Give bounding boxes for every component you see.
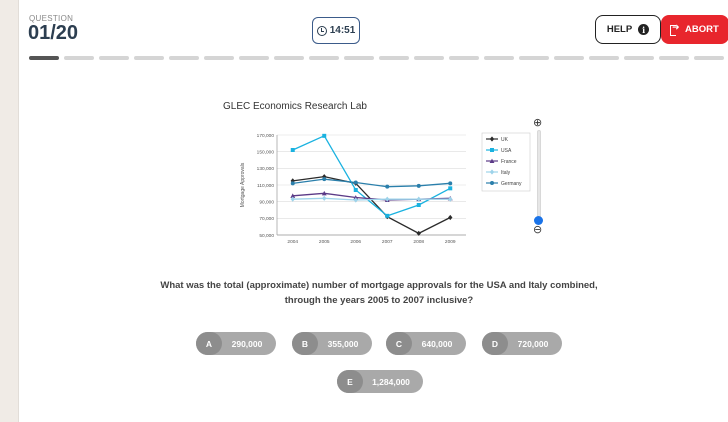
- y-axis-label: Mortgage Approvals: [240, 162, 246, 207]
- progress-segment: [694, 56, 724, 60]
- help-label: HELP: [606, 24, 633, 35]
- data-point-germany: [353, 180, 358, 185]
- option-value: 290,000: [231, 338, 263, 349]
- x-tick-label: 2004: [287, 239, 298, 245]
- option-letter: E: [337, 370, 363, 393]
- progress-segment: [414, 56, 444, 60]
- abort-label: ABORT: [685, 24, 719, 35]
- data-point-usa: [353, 188, 358, 192]
- option-value: 640,000: [421, 338, 453, 349]
- legend-marker: [490, 181, 494, 185]
- progress-segment: [519, 56, 549, 60]
- option-e[interactable]: E 1,284,000: [337, 370, 423, 393]
- data-point-italy: [322, 195, 327, 201]
- progress-segment: [239, 56, 269, 60]
- data-point-germany: [290, 181, 295, 186]
- x-tick-label: 2009: [445, 239, 456, 245]
- zoom-control: ⊕ ⊖: [529, 116, 549, 236]
- data-point-usa: [322, 133, 327, 138]
- y-tick-label: 130,000: [257, 166, 275, 172]
- progress-segment: [134, 56, 164, 60]
- timer: 14:51: [312, 17, 360, 44]
- progress-segment: [29, 56, 59, 60]
- data-point-usa: [385, 213, 390, 218]
- data-point-usa: [448, 186, 453, 191]
- progress-segment: [379, 56, 409, 60]
- x-tick-label: 2007: [382, 239, 393, 245]
- data-point-germany: [416, 183, 421, 188]
- data-point-germany: [322, 177, 327, 182]
- y-tick-label: 110,000: [257, 183, 274, 189]
- legend-label: Italy: [501, 170, 511, 176]
- progress-segment: [204, 56, 234, 60]
- abort-button[interactable]: ABORT: [661, 15, 728, 44]
- option-letter: D: [482, 332, 508, 355]
- x-tick-label: 2005: [319, 239, 330, 245]
- data-point-uk: [448, 214, 453, 221]
- legend-label: Germany: [501, 181, 522, 187]
- question-text: What was the total (approximate) number …: [139, 278, 619, 308]
- legend-marker: [490, 148, 494, 152]
- progress-segment: [484, 56, 514, 60]
- series-line-germany: [292, 178, 451, 188]
- progress-segment: [99, 56, 129, 60]
- option-letter: C: [386, 332, 412, 355]
- series-line-usa: [292, 135, 451, 217]
- option-value: 1,284,000: [372, 376, 410, 387]
- progress-segment: [309, 56, 339, 60]
- progress-segment: [449, 56, 479, 60]
- option-letter: B: [292, 332, 318, 355]
- option-d[interactable]: D 720,000: [482, 332, 562, 355]
- x-tick-label: 2006: [350, 239, 361, 245]
- info-icon: i: [638, 24, 650, 35]
- clock-icon: [316, 25, 327, 36]
- progress-segment: [624, 56, 654, 60]
- quiz-app: QUESTION 01/20 14:51 HELP i ABORT GLEC E…: [18, 0, 728, 422]
- progress-segment: [344, 56, 374, 60]
- top-bar: QUESTION 01/20 14:51 HELP i ABORT: [19, 0, 728, 62]
- progress-segment: [589, 56, 619, 60]
- progress-segment: [169, 56, 199, 60]
- option-value: 720,000: [517, 338, 549, 349]
- timer-value: 14:51: [329, 25, 356, 36]
- question-line-2: through the years 2005 to 2007 inclusive…: [284, 295, 474, 306]
- data-point-italy: [448, 196, 453, 202]
- help-button[interactable]: HELP i: [595, 15, 661, 44]
- line-chart: GLEC Economics Research Lab Mortgage Appr…: [199, 97, 539, 257]
- progress-segment: [64, 56, 94, 60]
- option-a[interactable]: A 290,000: [196, 332, 276, 355]
- question-progress-bar: [29, 56, 724, 60]
- data-point-usa: [416, 203, 421, 207]
- progress-segment: [274, 56, 304, 60]
- chart-svg: GLEC Economics Research Lab Mortgage Appr…: [223, 101, 531, 245]
- y-tick-label: 70,000: [259, 216, 274, 222]
- data-point-usa: [290, 148, 295, 152]
- x-tick-label: 2008: [413, 239, 424, 245]
- question-line-1: What was the total (approximate) number …: [160, 280, 598, 291]
- y-tick-label: 170,000: [257, 133, 275, 139]
- data-point-germany: [448, 181, 453, 186]
- exit-icon: [670, 22, 680, 36]
- legend-label: USA: [501, 148, 512, 154]
- legend-label: UK: [501, 137, 509, 143]
- y-tick-label: 90,000: [259, 199, 274, 205]
- zoom-slider-track[interactable]: [537, 130, 541, 222]
- y-tick-label: 50,000: [259, 233, 274, 239]
- chart-title: GLEC Economics Research Lab: [223, 101, 367, 112]
- option-c[interactable]: C 640,000: [386, 332, 466, 355]
- progress-segment: [659, 56, 689, 60]
- y-tick-label: 150,000: [257, 149, 275, 155]
- legend-label: France: [501, 159, 517, 165]
- option-letter: A: [196, 332, 222, 355]
- data-point-germany: [385, 184, 390, 189]
- question-number: 01/20: [28, 22, 79, 44]
- progress-segment: [554, 56, 584, 60]
- option-b[interactable]: B 355,000: [292, 332, 372, 355]
- option-value: 355,000: [327, 338, 359, 349]
- zoom-out-icon[interactable]: ⊖: [533, 223, 542, 236]
- zoom-in-icon[interactable]: ⊕: [533, 116, 542, 129]
